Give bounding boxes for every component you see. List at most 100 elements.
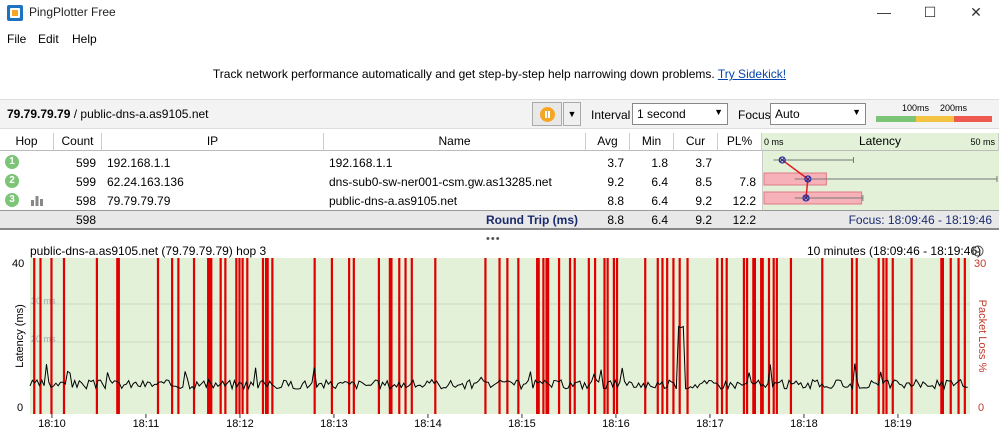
packet-loss-marker: [348, 258, 351, 414]
window-title: PingPlotter Free: [29, 5, 116, 19]
header-hop[interactable]: Hop: [0, 133, 54, 151]
header-min[interactable]: Min: [630, 133, 674, 151]
packet-loss-marker: [767, 258, 771, 414]
hop-number: 1: [5, 155, 19, 169]
packet-loss-marker: [745, 258, 749, 414]
packet-loss-marker: [330, 258, 333, 414]
header-latency[interactable]: 0 ms Latency 50 ms: [762, 133, 999, 151]
packet-loss-marker: [537, 258, 540, 414]
graph-title: public-dns-a.as9105.net (79.79.79.79) ho…: [30, 244, 267, 258]
packet-loss-marker: [434, 258, 437, 414]
menu-file[interactable]: File: [7, 32, 26, 46]
header-pl[interactable]: PL%: [718, 133, 762, 151]
hop-row[interactable]: 3 598 79.79.79.79 public-dns-a.as9105.ne…: [0, 191, 762, 210]
hop-pl: 7.8: [739, 175, 756, 189]
latency-timeline-graph[interactable]: 30 ms 20 ms 40 0 30 0 Latency (ms) Packe…: [0, 258, 999, 431]
packet-loss-marker: [661, 258, 664, 414]
x-tick-label: 18:12: [226, 418, 254, 430]
packet-loss-marker: [742, 258, 746, 414]
latency-mini-graph: [762, 151, 999, 210]
hop-ip: 79.79.79.79: [107, 194, 171, 208]
header-count[interactable]: Count: [54, 133, 102, 151]
packet-loss-marker: [210, 258, 213, 414]
hop-pl: 12.2: [732, 194, 756, 208]
packet-loss-marker: [557, 258, 561, 414]
hop-avg: 3.7: [607, 156, 624, 170]
hop-table: Hop Count IP Name Avg Min Cur PL% 0 ms L…: [0, 133, 999, 231]
latency-mini-svg: [763, 156, 998, 205]
x-axis-ticks: 18:10 18:11 18:12 18:13 18:14 18:15 18:16 18:17…: [38, 414, 912, 430]
target-ip: 79.79.79.79: [7, 107, 71, 121]
packet-loss-marker: [484, 258, 487, 414]
summary-label: Round Trip (ms): [486, 213, 578, 227]
hop-row[interactable]: 1 599 192.168.1.1 192.168.1.1 3.7 1.8 3.…: [0, 153, 762, 172]
menu-help[interactable]: Help: [72, 32, 97, 46]
summary-pl: 12.2: [732, 213, 756, 227]
hop-min: 6.4: [651, 194, 668, 208]
chevron-down-circle-icon[interactable]: [972, 245, 984, 257]
packet-loss-marker: [720, 258, 724, 414]
packet-loss-marker: [377, 258, 380, 414]
packet-loss-marker: [716, 258, 719, 414]
target-name: / public-dns-a.as9105.net: [70, 107, 209, 121]
header-cur[interactable]: Cur: [674, 133, 718, 151]
hop-min: 1.8: [651, 156, 668, 170]
packet-loss-marker: [850, 258, 854, 414]
pause-button[interactable]: [532, 102, 562, 126]
header-ip[interactable]: IP: [102, 133, 324, 151]
menu-edit[interactable]: Edit: [38, 32, 59, 46]
hop-number: 2: [5, 174, 19, 188]
header-name[interactable]: Name: [324, 133, 586, 151]
packet-loss-marker: [171, 258, 174, 414]
packet-loss-marker: [775, 258, 778, 414]
header-avg[interactable]: Avg: [586, 133, 630, 151]
packet-loss-marker: [949, 258, 952, 414]
graph-bars-icon[interactable]: [30, 195, 44, 206]
packet-loss-marker: [885, 258, 888, 414]
round-trip-summary-row: 598 Round Trip (ms) 8.8 6.4 9.2 12.2 Foc…: [0, 210, 999, 230]
graph-range[interactable]: 10 minutes (18:09:46 - 18:19:46): [807, 244, 981, 258]
packet-loss-marker: [410, 258, 413, 414]
minimize-button[interactable]: —: [861, 0, 907, 26]
hop-row[interactable]: 2 599 62.24.163.136 dns-sub0-sw-ner001-c…: [0, 172, 762, 191]
pause-dropdown-button[interactable]: ▼: [563, 102, 581, 126]
interval-value: 1 second: [637, 107, 686, 121]
packet-loss-marker: [192, 258, 196, 414]
packet-loss-marker: [644, 258, 647, 414]
packet-loss-marker: [224, 258, 227, 414]
x-tick-label: 18:14: [414, 418, 442, 430]
packet-loss-marker: [352, 258, 355, 414]
hop-min: 6.4: [651, 175, 668, 189]
chevron-down-icon: ▼: [852, 107, 861, 117]
interval-select[interactable]: 1 second ▼: [632, 103, 728, 125]
packet-loss-marker: [606, 258, 609, 414]
x-tick-label: 18:18: [790, 418, 818, 430]
hop-name: dns-sub0-sw-ner001-csm.gw.as13285.net: [329, 175, 552, 189]
y2-axis-label: Packet Loss %: [976, 300, 988, 373]
packet-loss-marker: [587, 258, 590, 414]
y2-tick-30: 30: [974, 258, 986, 270]
hop-cur: 9.2: [695, 194, 712, 208]
packet-loss-marker: [568, 258, 572, 414]
packet-loss-marker: [772, 258, 775, 414]
packet-loss-marker: [957, 258, 960, 414]
close-button[interactable]: ✕: [953, 0, 999, 26]
maximize-button[interactable]: ☐: [907, 0, 953, 26]
graph-header: public-dns-a.as9105.net (79.79.79.79) ho…: [0, 243, 999, 259]
try-sidekick-link[interactable]: Try Sidekick!: [718, 67, 786, 81]
target-label: 79.79.79.79 / public-dns-a.as9105.net: [7, 107, 209, 121]
summary-avg: 8.8: [607, 213, 624, 227]
packet-loss-marker: [789, 258, 793, 414]
latency-scale-max: 50 ms: [970, 137, 995, 147]
scale-bar-good: [876, 116, 916, 122]
focus-select[interactable]: Auto ▼: [770, 103, 866, 125]
scale-bar-warn: [916, 116, 954, 122]
summary-cur: 9.2: [695, 213, 712, 227]
x-tick-label: 18:19: [884, 418, 912, 430]
hop-ip: 62.24.163.136: [107, 175, 184, 189]
packet-loss-marker: [725, 258, 728, 414]
latency-color-scale: 100ms 200ms: [876, 103, 992, 125]
hop-number: 3: [5, 193, 19, 207]
packet-loss-marker: [547, 258, 550, 414]
packet-loss-marker: [542, 258, 545, 414]
